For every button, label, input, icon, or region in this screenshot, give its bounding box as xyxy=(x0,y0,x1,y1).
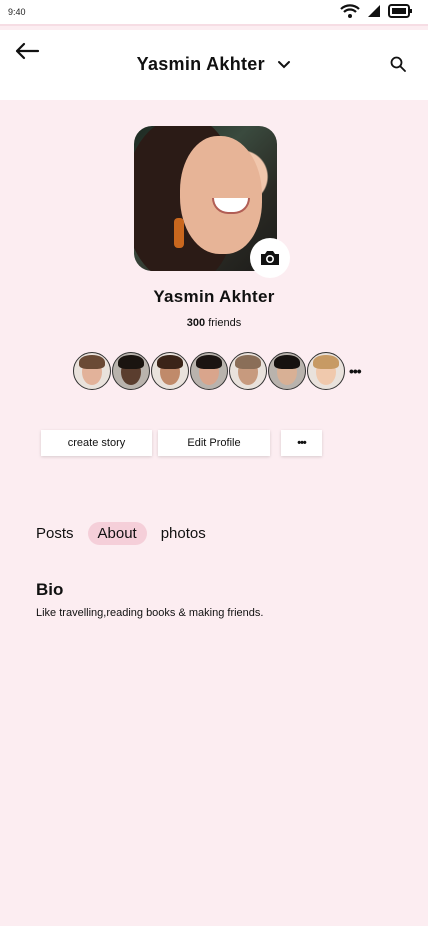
profile-switcher[interactable]: Yasmin Akhter xyxy=(0,54,428,75)
edit-profile-button[interactable]: Edit Profile xyxy=(158,430,270,456)
status-time: 9:40 xyxy=(8,7,26,17)
app-bar: Yasmin Akhter xyxy=(0,30,428,100)
page-title: Yasmin Akhter xyxy=(136,54,265,74)
wifi-icon xyxy=(340,4,360,18)
friends-count-label: friends xyxy=(208,317,242,329)
friend-avatar[interactable] xyxy=(307,352,345,390)
friend-avatar[interactable] xyxy=(73,352,111,390)
tab-posts[interactable]: Posts xyxy=(36,525,74,542)
change-photo-button[interactable] xyxy=(250,238,290,278)
friend-avatar[interactable] xyxy=(268,352,306,390)
friend-avatar[interactable] xyxy=(112,352,150,390)
tab-photos[interactable]: photos xyxy=(161,525,206,542)
status-bar: 9:40 xyxy=(0,0,428,26)
tab-about[interactable]: About xyxy=(87,522,147,545)
more-options-button[interactable]: ••• xyxy=(281,430,322,456)
friend-avatar[interactable] xyxy=(151,352,189,390)
profile-name: Yasmin Akhter xyxy=(153,287,275,306)
search-icon[interactable] xyxy=(390,56,406,72)
profile-photo-container xyxy=(134,126,290,278)
more-friends-button[interactable]: ••• xyxy=(349,363,362,379)
camera-icon xyxy=(261,251,279,265)
signal-icon xyxy=(368,5,380,17)
battery-icon xyxy=(388,4,412,18)
friend-avatar[interactable] xyxy=(229,352,267,390)
chevron-down-icon[interactable] xyxy=(277,60,291,70)
bio-heading: Bio xyxy=(36,580,64,599)
friend-avatar[interactable] xyxy=(190,352,228,390)
profile-tabs: Posts About photos xyxy=(36,522,206,545)
friends-count[interactable]: 300 friends xyxy=(0,317,428,329)
create-story-button[interactable]: create story xyxy=(41,430,152,456)
friends-count-number: 300 xyxy=(186,317,206,329)
bio-text: Like travelling,reading books & making f… xyxy=(36,607,264,619)
friends-avatar-row: ••• xyxy=(73,351,362,391)
